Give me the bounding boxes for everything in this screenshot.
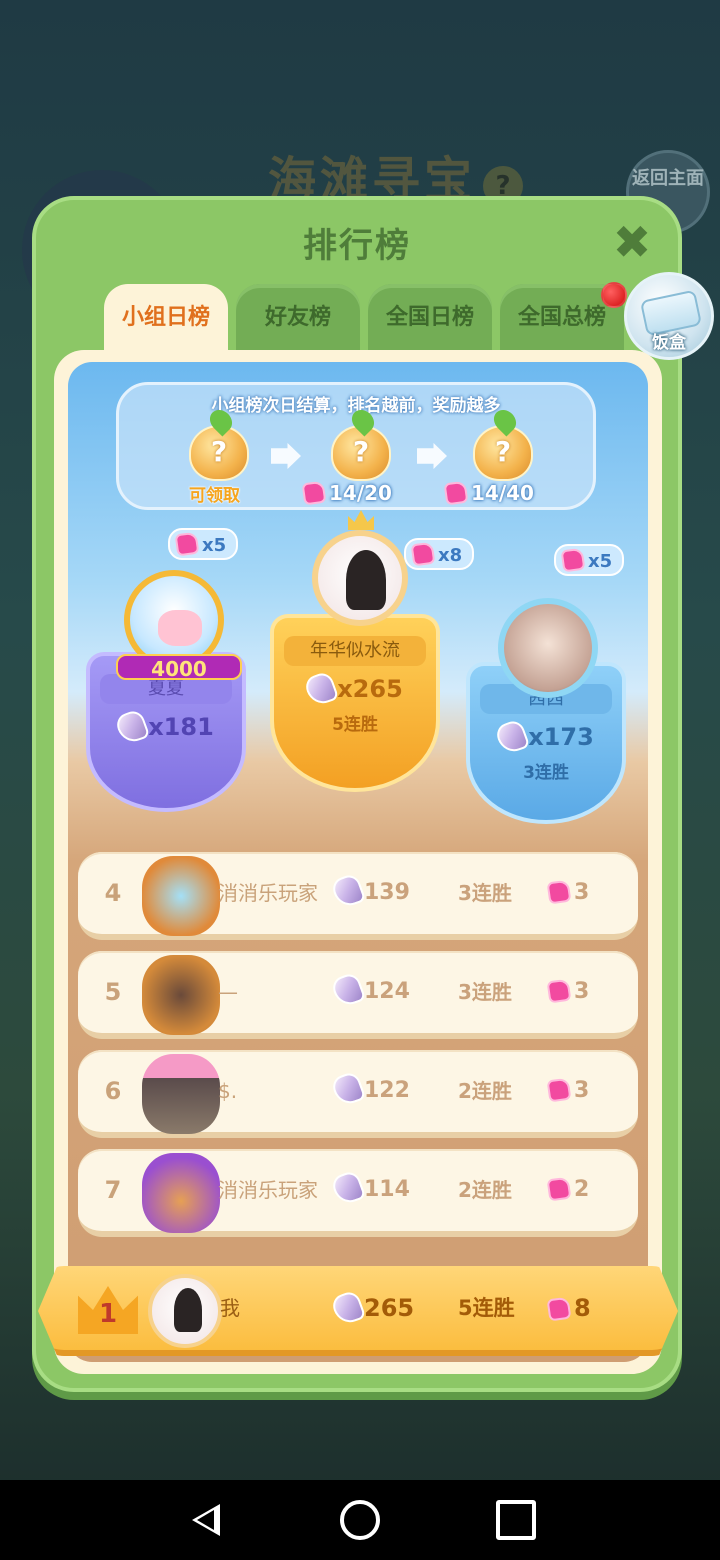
row-rank: 7 [104, 1176, 122, 1204]
row-streak: 3连胜 [458, 881, 512, 905]
tab-bar: 小组日榜 好友榜 全国日榜 全国总榜 [104, 284, 624, 352]
row-hearts: 3 [546, 852, 589, 934]
row-hearts: 3 [546, 951, 589, 1033]
row-rank: 6 [104, 1077, 122, 1105]
shell-icon [329, 1169, 367, 1207]
heart-icon [301, 480, 327, 506]
podium-3-streak: 3连胜 [523, 763, 569, 783]
row-avatar[interactable] [142, 955, 220, 1035]
heart-icon [560, 547, 586, 573]
row-avatar[interactable] [142, 1153, 220, 1233]
arrow-right-icon [271, 443, 301, 469]
row-score: 124 [329, 951, 410, 1033]
podium-3-avatar[interactable] [498, 598, 598, 698]
leaderboard-panel: 排行榜 ✖ 小组日榜 好友榜 全国日榜 全国总榜 饭盒 小组榜次日结算，排名越前… [32, 196, 714, 1392]
row-score: 122 [329, 1050, 410, 1132]
podium-1-avatar[interactable] [312, 530, 408, 626]
heart-icon [546, 879, 572, 905]
row-streak: 3连胜 [458, 980, 512, 1004]
chest-3-progress: 14/40 [443, 480, 534, 506]
row-streak: 2连胜 [458, 1178, 512, 1202]
panel-title: 排行榜 [303, 226, 411, 266]
my-rank: 1 [98, 1299, 118, 1329]
podium-1-name: 年华似水流 [284, 636, 426, 666]
shell-icon [329, 1289, 367, 1327]
leaderboard-content: 小组榜次日结算，排名越前，奖励越多 ? ? ? 可领取 14/20 14/40 … [54, 350, 662, 1374]
tab-national-daily[interactable]: 全国日榜 [368, 284, 492, 350]
shell-icon [302, 670, 340, 708]
heart-icon [410, 541, 436, 567]
podium-2-badge: 4000 [116, 654, 242, 681]
lunchbox-button[interactable]: 饭盒 [624, 272, 714, 360]
heart-icon [546, 978, 572, 1004]
leaderboard-scene[interactable]: 小组榜次日结算，排名越前，奖励越多 ? ? ? 可领取 14/20 14/40 … [68, 362, 648, 1362]
row-score: 139 [329, 852, 410, 934]
reward-chest-2[interactable]: ? [331, 405, 391, 481]
tab-friends[interactable]: 好友榜 [236, 284, 360, 350]
my-ranking-row[interactable]: 1 我 265 5连胜 8 [38, 1266, 678, 1356]
reward-strip: 小组榜次日结算，排名越前，奖励越多 ? ? ? 可领取 14/20 14/40 [116, 382, 596, 510]
arrow-right-icon [417, 443, 447, 469]
shell-icon [329, 1070, 367, 1108]
row-hearts: 3 [546, 1050, 589, 1132]
row-streak: 2连胜 [458, 1079, 512, 1103]
heart-icon [443, 480, 469, 506]
row-name: 消消乐玩家 [218, 881, 318, 905]
my-score: 265 [329, 1266, 414, 1350]
row-hearts: 2 [546, 1149, 589, 1231]
podium-3-score: x173 [470, 718, 622, 756]
row-score: 114 [329, 1149, 410, 1231]
row-name: $. [218, 1079, 238, 1103]
my-streak: 5连胜 [458, 1296, 515, 1320]
reward-chest-1[interactable]: ? [189, 405, 249, 481]
heart-icon [546, 1077, 572, 1103]
podium-3-hearts: x5 [554, 544, 625, 576]
nav-back-icon[interactable] [188, 1500, 228, 1540]
ranking-row[interactable]: 4 消消乐玩家 139 3连胜 3 [78, 852, 638, 940]
nav-home-icon[interactable] [340, 1500, 380, 1540]
my-hearts: 8 [546, 1266, 591, 1350]
ranking-row[interactable]: 5 — 124 3连胜 3 [78, 951, 638, 1039]
heart-icon [546, 1296, 572, 1322]
row-name: 消消乐玩家 [218, 1178, 318, 1202]
row-avatar[interactable] [142, 856, 220, 936]
crown-icon [348, 510, 374, 530]
row-name: — [218, 980, 238, 1004]
row-avatar[interactable] [142, 1054, 220, 1134]
row-rank: 5 [104, 978, 122, 1006]
ranking-row[interactable]: 6 $. 122 2连胜 3 [78, 1050, 638, 1138]
podium-1-hearts: x8 [404, 538, 475, 570]
podium-1-streak: 5连胜 [332, 715, 378, 735]
lunchbox-label: 饭盒 [652, 333, 686, 353]
podium-2-score: x181 [90, 708, 242, 746]
tab-group-daily[interactable]: 小组日榜 [104, 284, 228, 352]
heart-icon [546, 1176, 572, 1202]
row-rank: 4 [104, 879, 122, 907]
notification-dot [601, 282, 627, 308]
podium-first[interactable]: 年华似水流 x265 5连胜 [270, 614, 440, 792]
ranking-row[interactable]: 7 消消乐玩家 114 2连胜 2 [78, 1149, 638, 1237]
my-avatar[interactable] [148, 1274, 222, 1348]
shell-icon [329, 971, 367, 1009]
ranking-list[interactable]: 4 消消乐玩家 139 3连胜 3 5 — 124 3连胜 3 6 $. 122… [78, 852, 638, 1248]
chest-2-progress: 14/20 [301, 480, 392, 506]
chest-1-status[interactable]: 可领取 [189, 481, 240, 506]
system-navigation-bar [0, 1480, 720, 1560]
shell-icon [329, 872, 367, 910]
shell-icon [113, 708, 151, 746]
reward-chest-3[interactable]: ? [473, 405, 533, 481]
shell-icon [493, 718, 531, 756]
podium-2-hearts: x5 [168, 528, 239, 560]
close-button[interactable]: ✖ [610, 219, 654, 265]
podium-1-score: x265 [274, 670, 436, 708]
heart-icon [174, 531, 200, 557]
my-name: 我 [220, 1296, 240, 1320]
nav-recents-icon[interactable] [496, 1500, 536, 1540]
